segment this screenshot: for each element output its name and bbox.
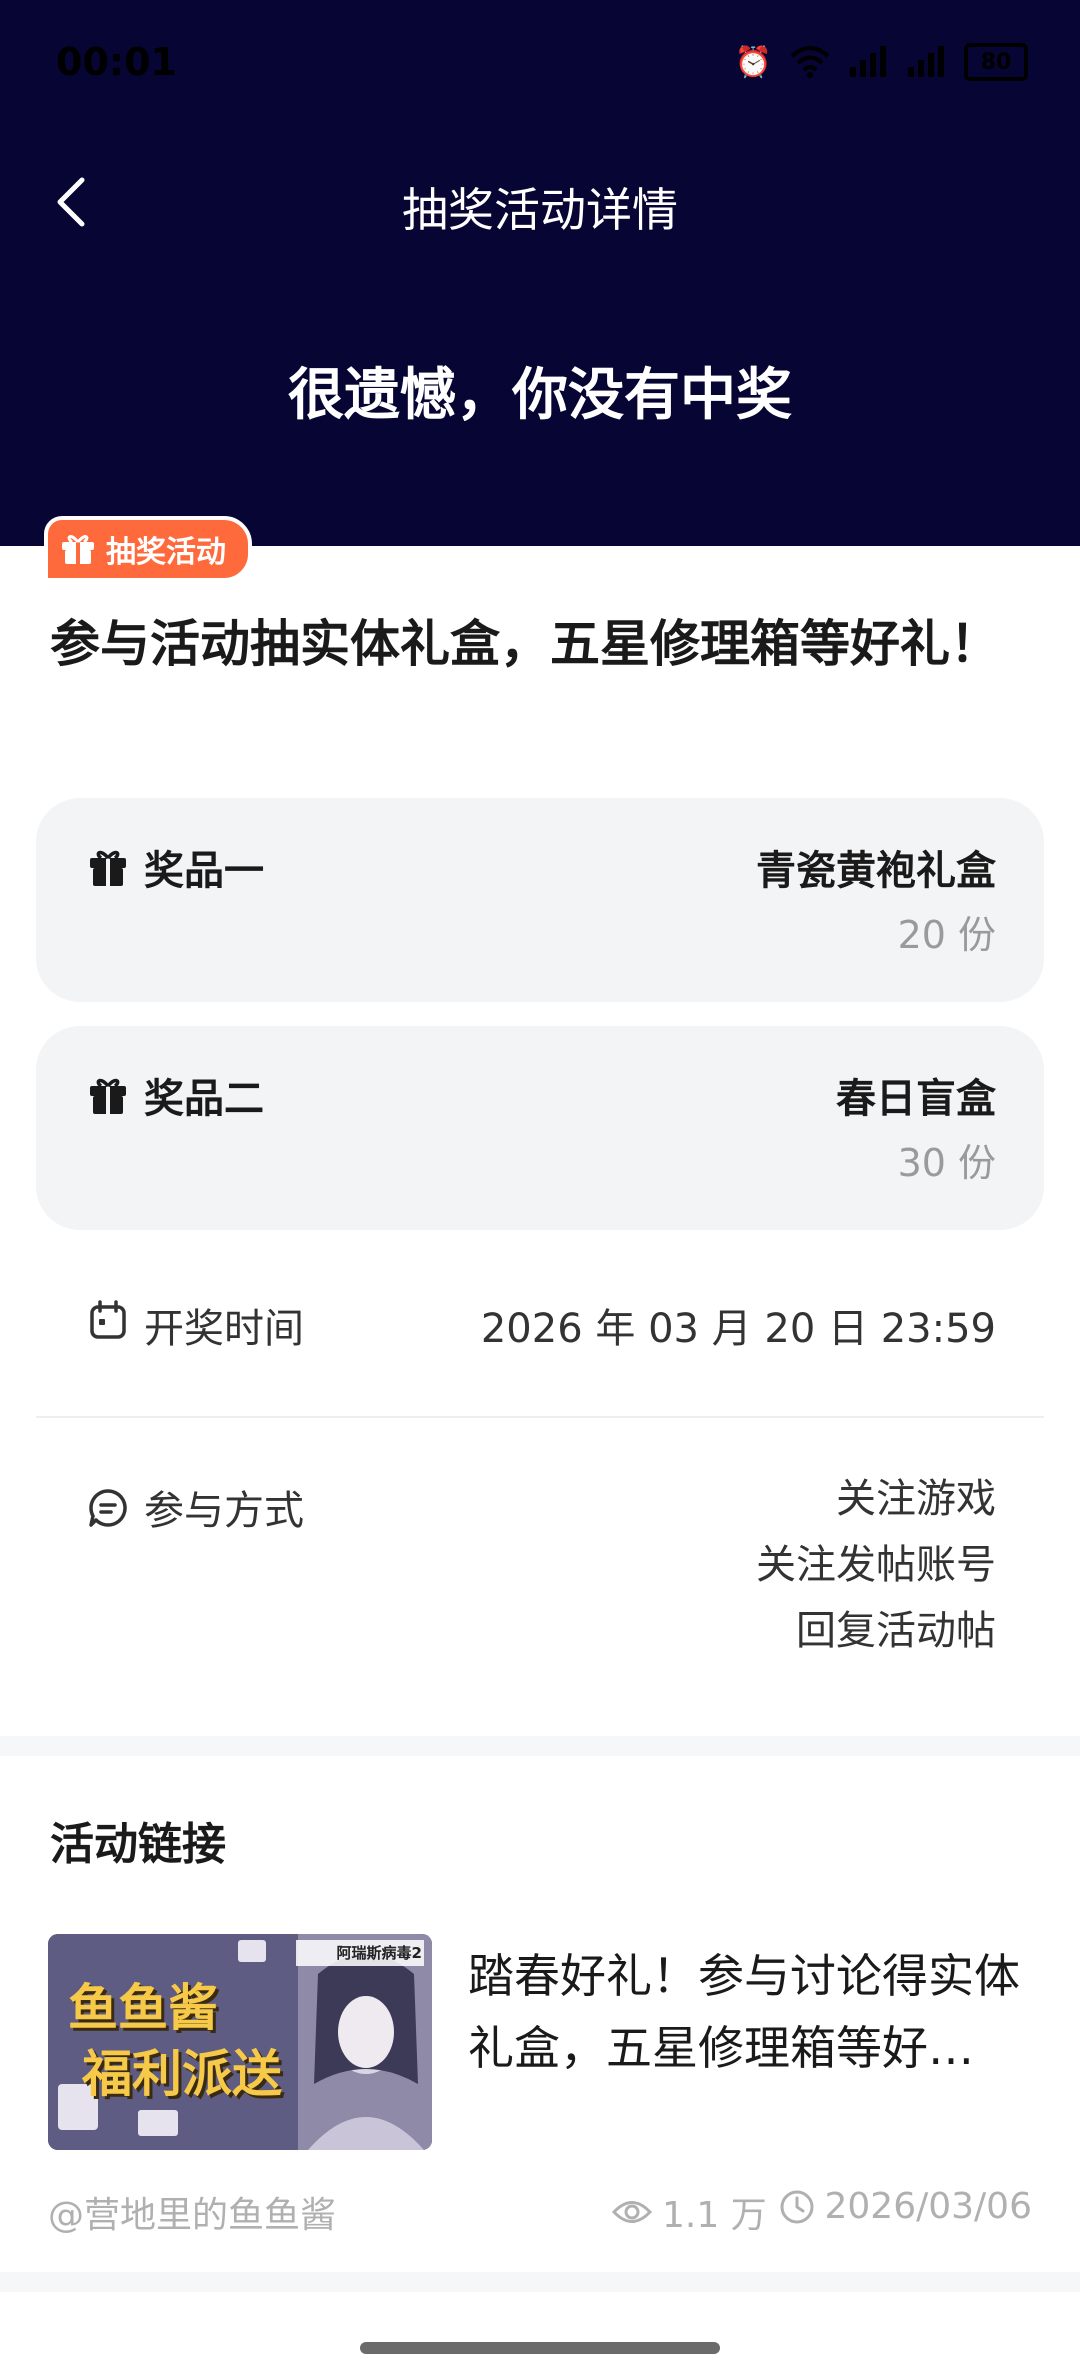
draw-time-label: 开奖时间 (144, 1306, 304, 1352)
page-title: 抽奖活动详情 (402, 183, 678, 237)
section-separator (0, 1736, 1080, 1756)
prize-card-1: 奖品一 青瓷黄袍礼盒 20 份 (36, 798, 1044, 1002)
clock-icon (780, 2190, 813, 2223)
status-icons: ⏰ 80 (735, 40, 1028, 84)
post-date: 2026/03/06 (779, 2186, 1033, 2227)
wifi-icon (790, 46, 830, 78)
alarm-icon: ⏰ (734, 44, 772, 80)
lottery-result: 很遗憾，你没有中奖 (288, 363, 792, 428)
participation-method: 回复活动帖 (796, 1608, 996, 1654)
prize-quantity: 30 份 (897, 1141, 996, 1185)
thumbnail-text-2: 福利派送 (82, 2045, 282, 2103)
prize-label: 奖品二 (144, 1076, 264, 1122)
post-views: 1.1 万 (612, 2186, 767, 2238)
activity-post-card[interactable]: 阿瑞斯病毒2 鱼鱼酱 福利派送 踏春好礼！参与讨论得实体礼盒，五星修理箱等好… … (0, 1920, 1080, 2250)
thumbnail-badge: 阿瑞斯病毒2 (336, 1944, 422, 1962)
post-thumbnail: 阿瑞斯病毒2 鱼鱼酱 福利派送 (48, 1934, 432, 2150)
signal-icon (850, 46, 886, 77)
post-views-count: 1.1 万 (662, 2195, 767, 2236)
prize-name: 青瓷黄袍礼盒 (756, 848, 996, 894)
post-author[interactable]: @营地里的鱼鱼酱 (48, 2186, 336, 2238)
post-title[interactable]: 踏春好礼！参与讨论得实体礼盒，五星修理箱等好… (468, 1940, 1038, 2084)
signal-icon-2 (908, 46, 944, 77)
draw-time-value: 2026 年 03 月 20 日 23:59 (480, 1306, 996, 1352)
post-date-value: 2026/03/06 (824, 2186, 1033, 2227)
chat-bubble-icon (89, 1489, 127, 1527)
home-indicator[interactable] (360, 2342, 720, 2354)
prize-quantity: 20 份 (897, 913, 996, 957)
participation-methods: 关注游戏 关注发帖账号 回复活动帖 (756, 1466, 996, 1664)
lottery-tag-label: 抽奖活动 (106, 535, 226, 570)
eye-icon (612, 2201, 652, 2223)
status-time: 00:01 (56, 40, 177, 84)
divider (36, 1416, 1044, 1418)
status-bar: 00:01 ⏰ 80 (0, 0, 1080, 130)
gift-icon (90, 850, 126, 886)
gift-icon (90, 1078, 126, 1114)
activity-title: 参与活动抽实体礼盒，五星修理箱等好礼！ (50, 615, 1000, 673)
thumbnail-text-1: 鱼鱼酱 (68, 1979, 218, 2037)
participation-method: 关注发帖账号 (756, 1542, 996, 1588)
prize-name: 春日盲盒 (836, 1076, 996, 1122)
section-separator (0, 2272, 1080, 2292)
prize-card-2: 奖品二 春日盲盒 30 份 (36, 1026, 1044, 1230)
participation-method: 关注游戏 (836, 1476, 996, 1522)
lottery-tag: 抽奖活动 (44, 516, 252, 582)
gift-icon (62, 535, 94, 564)
battery-icon: 80 (964, 43, 1028, 81)
calendar-icon (90, 1300, 126, 1339)
participation-label: 参与方式 (144, 1488, 304, 1534)
activity-link-heading: 活动链接 (50, 1819, 226, 1870)
prize-label: 奖品一 (144, 848, 264, 894)
